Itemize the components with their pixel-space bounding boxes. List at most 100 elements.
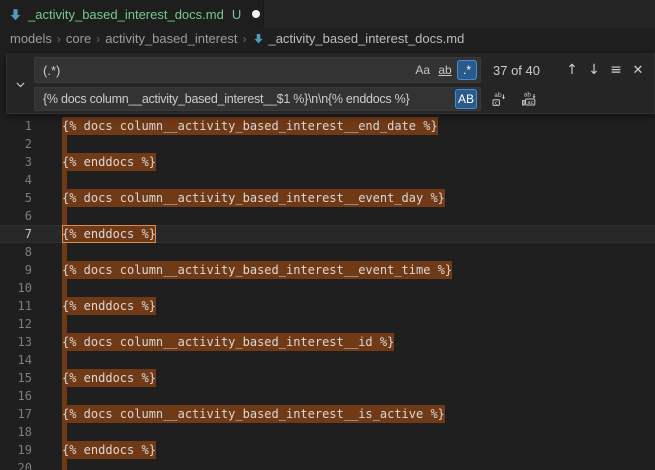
find-match-highlight-empty — [62, 351, 67, 369]
line-number: 4 — [0, 171, 32, 189]
unsaved-changes-dot[interactable] — [252, 10, 260, 18]
find-match-highlight: {% docs column__activity_based_interest_… — [62, 261, 452, 279]
markdown-file-icon — [9, 8, 22, 21]
line-number: 11 — [0, 297, 32, 315]
find-match-highlight-empty — [62, 423, 67, 441]
breadcrumb-separator: › — [57, 32, 61, 46]
line-number: 14 — [0, 351, 32, 369]
breadcrumb-item-activity-based-interest[interactable]: activity_based_interest — [105, 31, 237, 46]
code-line[interactable]: 14 — [0, 351, 655, 369]
code-line-current[interactable]: 7 {% enddocs %} — [0, 225, 655, 243]
line-number: 16 — [0, 387, 32, 405]
code-line[interactable]: 20 — [0, 459, 655, 470]
line-number: 13 — [0, 333, 32, 351]
line-number: 10 — [0, 279, 32, 297]
svg-text:c: c — [495, 100, 498, 106]
line-number: 3 — [0, 153, 32, 171]
find-match-highlight: {% docs column__activity_based_interest_… — [62, 189, 445, 207]
code-line[interactable]: 10 — [0, 279, 655, 297]
replace-input[interactable]: {% docs column__activity_based_interest_… — [34, 87, 481, 111]
code-line[interactable]: 15 {% enddocs %} — [0, 369, 655, 387]
whole-word-toggle[interactable]: ab — [435, 60, 455, 80]
find-match-highlight-empty — [62, 171, 67, 189]
chevron-down-icon[interactable] — [12, 76, 28, 92]
code-line[interactable]: 2 — [0, 135, 655, 153]
code-line[interactable]: 17 {% docs column__activity_based_intere… — [0, 405, 655, 423]
preserve-case-toggle[interactable]: AB — [455, 89, 477, 109]
find-match-highlight-empty — [62, 135, 67, 153]
find-replace-widget: (.*) Aa ab .* 37 of 40 ↑ ↓ ≡ ✕ {% docs c… — [6, 53, 655, 114]
breadcrumb-item-file[interactable]: _activity_based_interest_docs.md — [268, 31, 464, 46]
line-number: 8 — [0, 243, 32, 261]
line-number: 6 — [0, 207, 32, 225]
find-match-highlight: {% enddocs %} — [62, 297, 156, 315]
replace-row: {% docs column__activity_based_interest_… — [34, 87, 654, 111]
editor-pane: 1 {% docs column__activity_based_interes… — [0, 117, 655, 470]
line-number: 17 — [0, 405, 32, 423]
find-match-highlight: {% docs column__activity_based_interest_… — [62, 405, 445, 423]
git-status-badge: U — [232, 7, 241, 22]
find-input[interactable]: (.*) Aa ab .* — [34, 57, 481, 83]
find-match-highlight: {% docs column__activity_based_interest_… — [62, 117, 438, 135]
line-number: 7 — [0, 225, 32, 243]
code-line[interactable]: 6 — [0, 207, 655, 225]
find-match-highlight: {% enddocs %} — [62, 153, 156, 171]
replace-button[interactable]: ab c — [487, 88, 511, 110]
breadcrumb-separator: › — [242, 32, 246, 46]
code-line[interactable]: 3 {% enddocs %} — [0, 153, 655, 171]
find-match-highlight-empty — [62, 315, 67, 333]
regex-toggle[interactable]: .* — [457, 60, 477, 80]
find-match-highlight-empty — [62, 387, 67, 405]
find-match-highlight: {% docs column__activity_based_interest_… — [62, 333, 394, 351]
breadcrumb: models › core › activity_based_interest … — [0, 28, 655, 49]
tab-bar: _activity_based_interest_docs.md U — [0, 0, 655, 28]
tab-title: _activity_based_interest_docs.md — [28, 7, 224, 22]
replace-icon: ab c — [491, 91, 507, 107]
line-number: 9 — [0, 261, 32, 279]
line-number: 19 — [0, 441, 32, 459]
code-line[interactable]: 13 {% docs column__activity_based_intere… — [0, 333, 655, 351]
line-number: 1 — [0, 117, 32, 135]
tab-active-file[interactable]: _activity_based_interest_docs.md U — [0, 0, 264, 28]
replace-value-text: {% docs column__activity_based_interest_… — [43, 92, 409, 106]
find-match-highlight: {% enddocs %} — [62, 369, 156, 387]
markdown-file-icon — [253, 33, 264, 44]
breadcrumb-separator: › — [96, 32, 100, 46]
match-count: 37 of 40 — [493, 63, 540, 78]
code-line[interactable]: 9 {% docs column__activity_based_interes… — [0, 261, 655, 279]
code-line[interactable]: 18 — [0, 423, 655, 441]
breadcrumb-item-core[interactable]: core — [66, 31, 91, 46]
previous-match-button[interactable]: ↑ — [561, 59, 583, 81]
code-line[interactable]: 4 — [0, 171, 655, 189]
replace-options: AB — [455, 88, 477, 110]
line-number: 18 — [0, 423, 32, 441]
line-number: 2 — [0, 135, 32, 153]
find-options: Aa ab .* — [412, 58, 477, 82]
find-match-highlight: {% enddocs %} — [62, 441, 156, 459]
breadcrumb-item-models[interactable]: models — [10, 31, 52, 46]
line-number: 20 — [0, 459, 32, 470]
find-match-highlight-empty — [62, 279, 67, 297]
vscode-window: _activity_based_interest_docs.md U model… — [0, 0, 655, 470]
replace-all-icon: ab ac — [521, 91, 537, 107]
code-line[interactable]: 11 {% enddocs %} — [0, 297, 655, 315]
find-row: (.*) Aa ab .* 37 of 40 ↑ ↓ ≡ ✕ — [34, 57, 654, 83]
code-line[interactable]: 19 {% enddocs %} — [0, 441, 655, 459]
close-icon[interactable]: ✕ — [627, 59, 649, 81]
code-line[interactable]: 16 — [0, 387, 655, 405]
line-number: 15 — [0, 369, 32, 387]
code-line[interactable]: 12 — [0, 315, 655, 333]
replace-all-button[interactable]: ab ac — [517, 88, 541, 110]
find-match-highlight-empty — [62, 207, 67, 225]
next-match-button[interactable]: ↓ — [583, 59, 605, 81]
match-case-toggle[interactable]: Aa — [412, 60, 433, 80]
svg-text:ab: ab — [524, 92, 532, 99]
find-match-highlight-empty — [62, 459, 67, 470]
find-query-text: (.*) — [43, 63, 60, 78]
find-in-selection-button[interactable]: ≡ — [605, 59, 627, 81]
svg-text:ab: ab — [494, 92, 502, 99]
code-line[interactable]: 5 {% docs column__activity_based_interes… — [0, 189, 655, 207]
find-match-highlight-empty — [62, 243, 67, 261]
code-line[interactable]: 8 — [0, 243, 655, 261]
code-line[interactable]: 1 {% docs column__activity_based_interes… — [0, 117, 655, 135]
